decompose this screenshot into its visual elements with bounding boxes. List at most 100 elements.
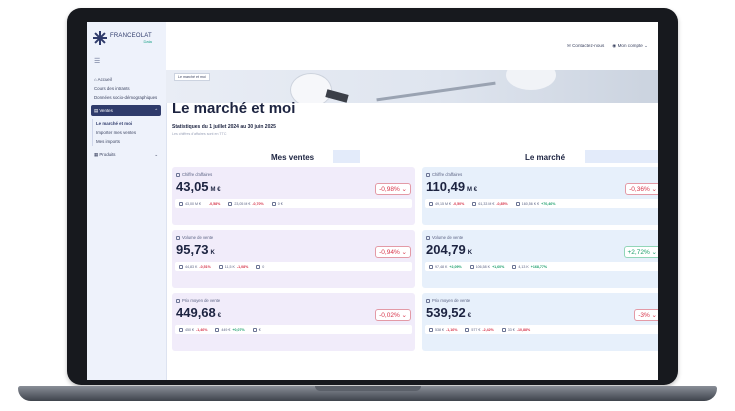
menu-toggle-icon[interactable]: ☰ <box>94 57 100 65</box>
globe-icon <box>252 327 257 332</box>
stat-item: 450 € -1,46% <box>175 327 211 332</box>
hero-pen-illustration <box>376 81 496 102</box>
sidebar-item-mes-imports[interactable]: Mes imports <box>92 137 161 146</box>
brand-name: FRANCEOLAT <box>110 32 152 39</box>
stat-item: € <box>249 327 265 332</box>
kpi-value: 204,79 <box>426 242 466 257</box>
stat-item: 538 € -1,16% <box>425 327 461 332</box>
kpi-label: Volume de vente <box>182 235 214 240</box>
kpi-unit: K <box>467 250 473 256</box>
kpi-card-mine-volume: Volume de vente 95,73 K -0,94% ⌄ 44,83 K-… <box>172 230 415 288</box>
kpi-delta-badge[interactable]: +2,72% ⌄ <box>623 246 658 258</box>
kpi-value: 449,68 <box>176 305 216 320</box>
stat-item: 23,05 M € -0,70% <box>224 201 267 206</box>
sidebar-item-accueil[interactable]: ⌂ Accueil <box>91 75 161 84</box>
kpi-delta-badge[interactable]: -0,36% ⌄ <box>625 183 658 195</box>
kpi-card-market-prix: Prix moyen de vente 539,52 € -3% ⌄ 538 € -… <box>422 293 658 351</box>
kpi-delta-badge[interactable]: -3% ⌄ <box>634 309 658 321</box>
volume-icon <box>176 235 180 240</box>
starburst-icon <box>93 31 107 45</box>
cart-icon <box>179 264 183 269</box>
price-tag-icon <box>426 298 430 303</box>
kpi-card-market-ca: Chiffre d'affaires 110,49 M € -0,36% ⌄ 49… <box>422 167 658 225</box>
price-tag-icon <box>176 298 180 303</box>
kpi-card-market-volume: Volume de vente 204,79 K +2,72% ⌄ 97,48 K… <box>422 230 658 288</box>
globe-icon <box>515 201 520 206</box>
stat-item: 0 <box>252 264 268 269</box>
sidebar-group-ventes[interactable]: ▤ Ventes ⌃ <box>91 105 161 116</box>
chevron-down-icon: ⌄ <box>642 43 648 48</box>
stat-item: 4,13 K +168,77% <box>508 264 551 269</box>
truck-icon <box>228 201 233 206</box>
truck-icon <box>465 327 470 332</box>
sidebar-nav: ⌂ Accueil Cours des intrants Données soc… <box>91 75 161 163</box>
kpi-unit: € <box>217 313 222 319</box>
kpi-breakdown: 97,48 K +2,09% 106,58 K +1,60% 4,13 K +168,… <box>425 262 658 271</box>
hero-banner: Le marché et moi <box>166 70 658 103</box>
breadcrumb[interactable]: Le marché et moi <box>174 73 210 81</box>
kpi-label: Chiffre d'affaires <box>432 172 463 177</box>
stat-item: 49,15 M € -0,50% <box>425 201 468 206</box>
globe-icon <box>256 264 261 269</box>
sidebar-group-produits[interactable]: ▦ Produits ⌄ <box>91 149 161 160</box>
kpi-unit: K <box>210 250 215 256</box>
page-note: Les chiffres d'affaires sont en TTC <box>172 132 227 136</box>
stat-item: 0 € <box>268 201 287 206</box>
kpi-unit: M € <box>467 187 478 193</box>
sidebar-item-importer-ventes[interactable]: Importer mes ventes <box>92 128 161 137</box>
truck-icon <box>218 264 223 269</box>
stat-item: 97,48 K +2,09% <box>425 264 466 269</box>
cart-icon <box>179 327 183 332</box>
section-title-mes-ventes: Mes ventes <box>271 153 315 162</box>
section-filter-market[interactable] <box>585 150 658 163</box>
sidebar-item-cours-intrants[interactable]: Cours des intrants <box>91 84 161 93</box>
kpi-breakdown: 450 € -1,46% 449 € +0,07% € <box>175 325 412 334</box>
truck-icon <box>215 327 220 332</box>
stat-item: 577 € -2,42% <box>461 327 497 332</box>
chevron-up-icon: ⌃ <box>154 108 158 113</box>
contact-link[interactable]: ✉ Contactez-nous <box>567 43 604 49</box>
stat-item: 44,83 K -0,51% <box>175 264 215 269</box>
kpi-unit: € <box>467 313 472 319</box>
page-subtitle: Statistiques du 1 juillet 2024 au 30 jui… <box>172 124 276 130</box>
page-title: Le marché et moi <box>172 100 296 117</box>
sidebar-item-donnees-socio[interactable]: Données socio-démographiques <box>91 93 161 102</box>
volume-icon <box>426 235 430 240</box>
globe-icon <box>512 264 517 269</box>
kpi-breakdown: 43,00 M € -0,58% 23,05 M € -0,70% 0 € <box>175 199 412 208</box>
truck-icon <box>472 201 477 206</box>
cart-icon <box>179 201 183 206</box>
kpi-label: Prix moyen de vente <box>432 298 471 303</box>
kpi-delta-badge[interactable]: -0,02% ⌄ <box>375 309 411 321</box>
laptop-notch <box>315 386 421 391</box>
truck-icon <box>469 264 474 269</box>
kpi-value: 95,73 <box>176 242 209 257</box>
globe-icon <box>271 201 276 206</box>
kpi-value: 539,52 <box>426 305 466 320</box>
kpi-delta-badge[interactable]: -0,94% ⌄ <box>375 246 411 258</box>
hero-object-illustration <box>325 89 349 103</box>
kpi-card-mine-prix: Prix moyen de vente 449,68 € -0,02% ⌄ 450… <box>172 293 415 351</box>
kpi-label: Volume de vente <box>432 235 464 240</box>
kpi-breakdown: 538 € -1,16% 577 € -2,42% 33 € -10,88% <box>425 325 658 334</box>
kpi-label: Chiffre d'affaires <box>182 172 213 177</box>
revenue-icon <box>426 172 430 177</box>
kpi-value: 43,05 <box>176 179 209 194</box>
stat-item: 106,58 K +1,60% <box>466 264 509 269</box>
sidebar-item-marche-et-moi[interactable]: Le marché et moi <box>92 119 161 128</box>
section-filter-mine[interactable] <box>333 150 360 163</box>
kpi-value: 110,49 <box>426 179 466 194</box>
brand-logo[interactable]: FRANCEOLAT Data <box>93 31 152 45</box>
stat-item: 160,56 K € +70,46% <box>512 201 560 206</box>
stat-item: 449 € +0,07% <box>211 327 248 332</box>
stat-item: 43,00 M € <box>175 201 205 206</box>
revenue-icon <box>176 172 180 177</box>
account-menu[interactable]: ◉ Mon compte ⌄ <box>612 43 648 49</box>
kpi-card-mine-ca: Chiffre d'affaires 43,05 M € -0,98% ⌄ 43,… <box>172 167 415 225</box>
kpi-breakdown: 49,15 M € -0,50% 61,33 M € -0,85% 160,56 K… <box>425 199 658 208</box>
kpi-delta-badge[interactable]: -0,98% ⌄ <box>375 183 411 195</box>
cart-icon <box>429 264 433 269</box>
stat-item: 61,33 M € -0,85% <box>468 201 511 206</box>
stat-item: 11,5 K -1,08% <box>215 264 253 269</box>
topbar: ✉ Contactez-nous ◉ Mon compte ⌄ <box>166 22 658 72</box>
